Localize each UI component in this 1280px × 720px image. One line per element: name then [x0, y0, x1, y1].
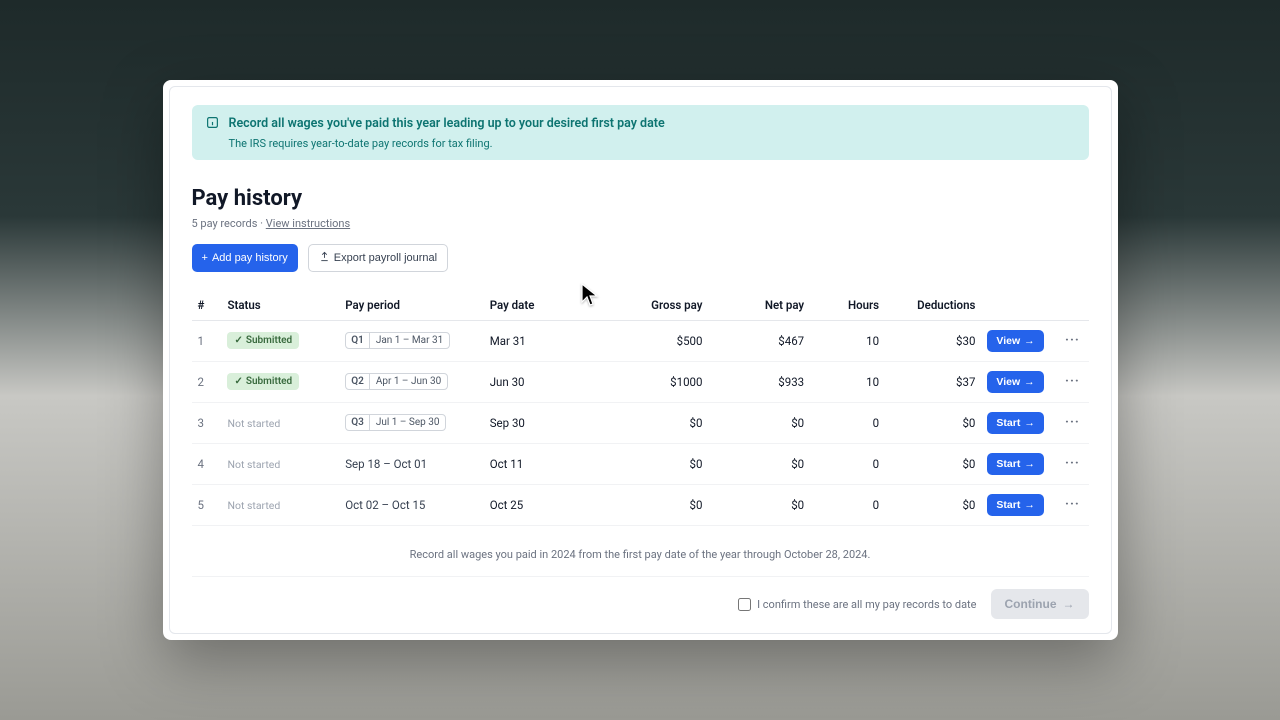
net-pay: $0: [708, 443, 810, 484]
table-row: 5Not startedOct 02 – Oct 15Oct 25$0$00$0…: [192, 484, 1089, 525]
row-number: 5: [192, 484, 222, 525]
status-not-started: Not started: [227, 458, 280, 471]
export-icon: [319, 251, 330, 265]
col-status: Status: [221, 290, 339, 321]
pay-date: Mar 31: [484, 320, 591, 361]
status-not-started: Not started: [227, 417, 280, 430]
status-badge-submitted: ✓Submitted: [227, 332, 299, 349]
info-banner: Record all wages you've paid this year l…: [192, 105, 1089, 160]
col-gross-pay: Gross pay: [591, 290, 709, 321]
view-button[interactable]: View →: [987, 371, 1043, 393]
pay-history-table: # Status Pay period Pay date Gross pay N…: [192, 290, 1089, 526]
record-count: 5 pay records: [192, 217, 258, 230]
more-menu-button[interactable]: ···: [1056, 484, 1088, 525]
plus-icon: +: [202, 252, 208, 264]
gross-pay: $0: [591, 443, 709, 484]
hours: 0: [810, 402, 885, 443]
table-row: 4Not startedSep 18 – Oct 01Oct 11$0$00$0…: [192, 443, 1089, 484]
hours: 10: [810, 320, 885, 361]
arrow-right-icon: →: [1024, 376, 1035, 388]
deductions: $0: [885, 443, 981, 484]
deductions: $30: [885, 320, 981, 361]
add-pay-history-label: Add pay history: [212, 252, 288, 264]
more-menu-button[interactable]: ···: [1056, 320, 1088, 361]
col-pay-date: Pay date: [484, 290, 591, 321]
table-row: 3Not startedQ3Jul 1 – Sep 30Sep 30$0$00$…: [192, 402, 1089, 443]
pay-period-chip: Q1Jan 1 – Mar 31: [345, 332, 450, 349]
modal-footer: I confirm these are all my pay records t…: [192, 576, 1089, 619]
arrow-right-icon: →: [1024, 417, 1035, 429]
confirm-checkbox[interactable]: [738, 598, 751, 611]
gross-pay: $0: [591, 402, 709, 443]
more-menu-button[interactable]: ···: [1056, 402, 1088, 443]
status-badge-submitted: ✓Submitted: [227, 373, 299, 390]
check-icon: ✓: [234, 376, 242, 387]
hours: 10: [810, 361, 885, 402]
pay-date: Sep 30: [484, 402, 591, 443]
more-menu-button[interactable]: ···: [1056, 443, 1088, 484]
confirm-text: I confirm these are all my pay records t…: [757, 598, 976, 611]
confirm-checkbox-label[interactable]: I confirm these are all my pay records t…: [738, 598, 976, 611]
net-pay: $933: [708, 361, 810, 402]
continue-label: Continue: [1005, 597, 1057, 611]
view-button[interactable]: View →: [987, 330, 1043, 352]
arrow-right-icon: →: [1024, 458, 1035, 470]
modal-body: Record all wages you've paid this year l…: [169, 86, 1112, 634]
page-title: Pay history: [192, 186, 1089, 211]
net-pay: $467: [708, 320, 810, 361]
deductions: $0: [885, 484, 981, 525]
modal: Record all wages you've paid this year l…: [163, 80, 1118, 640]
gross-pay: $0: [591, 484, 709, 525]
deductions: $37: [885, 361, 981, 402]
pay-date: Oct 11: [484, 443, 591, 484]
banner-subtitle: The IRS requires year-to-date pay record…: [229, 137, 665, 150]
row-number: 3: [192, 402, 222, 443]
start-button[interactable]: Start →: [987, 494, 1043, 516]
pay-period-chip: Q3Jul 1 – Sep 30: [345, 414, 446, 431]
pay-date: Jun 30: [484, 361, 591, 402]
col-pay-period: Pay period: [339, 290, 484, 321]
banner-title: Record all wages you've paid this year l…: [229, 115, 665, 133]
action-bar: + Add pay history Export payroll journal: [192, 244, 1089, 272]
export-label: Export payroll journal: [334, 252, 437, 264]
check-icon: ✓: [234, 335, 242, 346]
add-pay-history-button[interactable]: + Add pay history: [192, 244, 298, 272]
start-button[interactable]: Start →: [987, 453, 1043, 475]
col-net-pay: Net pay: [708, 290, 810, 321]
table-row: 1 ✓Submitted Q1Jan 1 – Mar 31 Mar 31$500$46…: [192, 320, 1089, 361]
pay-date: Oct 25: [484, 484, 591, 525]
arrow-right-icon: →: [1024, 335, 1035, 347]
hours: 0: [810, 484, 885, 525]
deductions: $0: [885, 402, 981, 443]
pay-period-text: Sep 18 – Oct 01: [345, 457, 427, 471]
view-instructions-link[interactable]: View instructions: [266, 217, 350, 230]
hours: 0: [810, 443, 885, 484]
gross-pay: $500: [591, 320, 709, 361]
start-button[interactable]: Start →: [987, 412, 1043, 434]
net-pay: $0: [708, 402, 810, 443]
row-number: 1: [192, 320, 222, 361]
pay-period-text: Oct 02 – Oct 15: [345, 498, 425, 512]
gross-pay: $1000: [591, 361, 709, 402]
row-number: 4: [192, 443, 222, 484]
more-menu-button[interactable]: ···: [1056, 361, 1088, 402]
col-deductions: Deductions: [885, 290, 981, 321]
page-subline: 5 pay records · View instructions: [192, 217, 1089, 230]
export-payroll-journal-button[interactable]: Export payroll journal: [308, 244, 448, 272]
status-not-started: Not started: [227, 499, 280, 512]
row-number: 2: [192, 361, 222, 402]
net-pay: $0: [708, 484, 810, 525]
pay-period-chip: Q2Apr 1 – Jun 30: [345, 373, 448, 390]
footnote: Record all wages you paid in 2024 from t…: [192, 548, 1089, 561]
arrow-right-icon: →: [1024, 499, 1035, 511]
arrow-right-icon: →: [1063, 597, 1075, 611]
info-icon: [206, 116, 219, 150]
col-hours: Hours: [810, 290, 885, 321]
table-row: 2 ✓Submitted Q2Apr 1 – Jun 30 Jun 30$1000$9…: [192, 361, 1089, 402]
col-number: #: [192, 290, 222, 321]
continue-button[interactable]: Continue →: [991, 589, 1089, 619]
